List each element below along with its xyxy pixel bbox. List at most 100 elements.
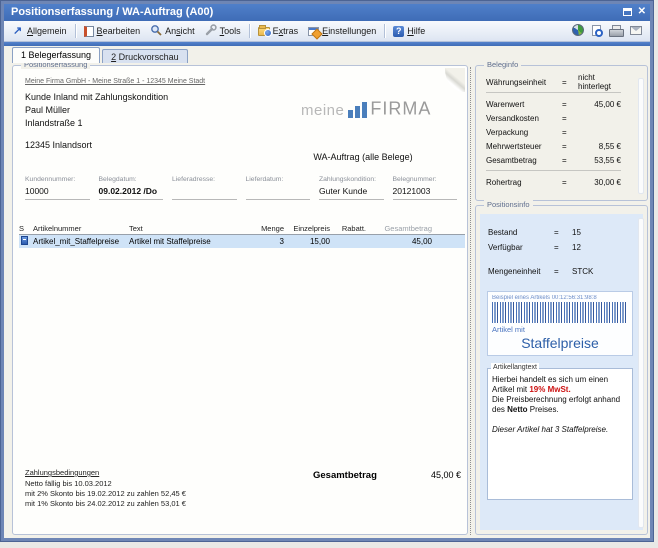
positionsinfo-panel: Bestand = 15 Verfügbar = 12 Mengeneinhei… [480, 214, 643, 530]
total-value: 45,00 € [373, 470, 461, 480]
window-title: Positionserfassung / WA-Auftrag (A00) [11, 6, 213, 18]
positionsinfo-group: Positionsinfo Bestand = 15 Verfügbar = 1… [475, 205, 648, 535]
menu-tools-label: Tools [220, 26, 241, 36]
toolbar: Allgemein Bearbeiten Ansicht Tools Extra… [4, 21, 650, 42]
recipient-address: Kunde Inland mit Zahlungskondition Paul … [25, 91, 168, 152]
article-document-icon [21, 236, 28, 245]
menu-hilfe[interactable]: Hilfe [388, 24, 430, 39]
equals-sign: = [562, 100, 578, 109]
menu-tools[interactable]: Tools [200, 22, 246, 40]
field-kundennummer[interactable]: Kundennummer: 10000 [25, 176, 90, 200]
menu-einstellungen-label: Einstellungen [322, 26, 376, 36]
total-label: Gesamtbetrag [313, 470, 377, 481]
positions-table-header: S Artikelnummer Text Menge Einzelpreis R… [19, 222, 465, 235]
table-row[interactable]: Artikel_mit_Staffelpreise Artikel mit St… [19, 235, 465, 248]
payment-line: Netto fällig bis 10.03.2012 [25, 479, 186, 489]
logo-word-meine: meine [301, 102, 344, 119]
equals-sign: = [554, 243, 572, 252]
divider [486, 170, 621, 171]
beleginfo-row-waehrungseinheit: Währungseinheit = nicht hinterlegt [486, 76, 621, 88]
restore-icon[interactable] [623, 8, 632, 16]
logo-word-firma: FIRMA [370, 97, 431, 119]
folder-icon [258, 27, 270, 36]
equals-sign: = [562, 128, 578, 137]
recipient-line: Kunde Inland mit Zahlungskondition [25, 91, 168, 104]
page-curl-decoration [445, 68, 465, 92]
logo-bars-icon [348, 102, 367, 118]
scrollbar[interactable] [638, 218, 644, 528]
wrench-icon [205, 24, 217, 38]
menu-allgemein-label: Allgemein [27, 26, 67, 36]
article-image: Beispiel eines Artikels 00:12:56:31:98:8… [487, 291, 633, 356]
divider [486, 92, 621, 93]
beleginfo-row-gesamtbetrag: Gesamtbetrag = 53,55 € [486, 154, 621, 166]
envelope-icon[interactable] [630, 26, 642, 35]
positions-table: S Artikelnummer Text Menge Einzelpreis R… [19, 222, 465, 248]
toolbar-separator [249, 24, 250, 38]
clock-document-icon[interactable] [592, 25, 601, 36]
beleginfo-row-verpackung: Verpackung = [486, 126, 621, 138]
menu-ansicht-label: Ansicht [165, 26, 195, 36]
article-image-line2: Staffelpreise [492, 335, 628, 351]
company-logo: meine FIRMA [301, 98, 431, 119]
menu-ansicht[interactable]: Ansicht [145, 22, 200, 40]
netto-highlight: Netto [507, 405, 527, 414]
menu-hilfe-label: Hilfe [407, 26, 425, 36]
positionsinfo-row-bestand: Bestand = 15 [488, 226, 635, 238]
payment-terms-heading: Zahlungsbedingungen [25, 468, 186, 478]
positionserfassung-group: Positionserfassung Meine Firma GmbH - Me… [12, 65, 468, 535]
close-icon[interactable]: ✕ [638, 6, 646, 18]
menu-einstellungen[interactable]: Einstellungen [303, 24, 381, 38]
field-zahlungskondition[interactable]: Zahlungskondition: Guter Kunde [319, 176, 384, 200]
article-image-line1: Artikel mit [492, 325, 628, 334]
field-belegdatum[interactable]: Belegdatum: 09.02.2012 /Do [99, 176, 164, 200]
recipient-line: Paul Müller [25, 104, 168, 117]
content-area: Positionserfassung Meine Firma GmbH - Me… [4, 63, 650, 542]
payment-line: mit 2% Skonto bis 19.02.2012 zu zahlen 5… [25, 489, 186, 499]
document-type: WA-Auftrag (alle Belege) [263, 152, 463, 162]
mwst-highlight: 19% MwSt. [529, 385, 570, 394]
barcode-icon [492, 302, 628, 323]
equals-sign: = [562, 156, 578, 165]
equals-sign: = [562, 114, 578, 123]
beleginfo-row-warenwert: Warenwert = 45,00 € [486, 98, 621, 110]
payment-line: mit 1% Skonto bis 24.02.2012 zu zahlen 5… [25, 499, 186, 509]
recipient-line: Inlandstraße 1 [25, 117, 168, 130]
beleginfo-row-mehrwertsteuer: Mehrwertsteuer = 8,55 € [486, 140, 621, 152]
positionsinfo-row-mengeneinheit: Mengeneinheit = STCK [488, 265, 635, 277]
menu-bearbeiten[interactable]: Bearbeiten [79, 24, 146, 39]
tab-belegerfassung[interactable]: 1 Belegerfassung [12, 47, 100, 63]
pie-chart-icon[interactable] [572, 24, 584, 36]
tab-druckvorschau[interactable]: 2 Druckvorschau [102, 49, 188, 63]
panel-separator [470, 67, 471, 535]
printer-icon[interactable] [609, 25, 622, 36]
equals-sign: = [562, 78, 578, 87]
beleginfo-row-rohertrag: Rohertrag = 30,00 € [486, 176, 621, 188]
equals-sign: = [562, 178, 578, 187]
title-bar: Positionserfassung / WA-Auftrag (A00) ✕ [4, 4, 650, 21]
positionsinfo-row-verfuegbar: Verfügbar = 12 [488, 241, 635, 253]
app-window: Positionserfassung / WA-Auftrag (A00) ✕ … [1, 1, 653, 541]
beleginfo-group: Beleginfo Währungseinheit = nicht hinter… [475, 65, 648, 201]
artikellangtext-paragraph: Die Preisberechnung erfolgt anhand des N… [492, 395, 628, 415]
field-lieferadresse[interactable]: Lieferadresse: [172, 176, 237, 200]
field-belegnummer[interactable]: Belegnummer: 20121003 [393, 176, 458, 200]
scrollbar[interactable] [638, 78, 644, 194]
menu-extras-label: Extras [273, 26, 299, 36]
artikellangtext-note: Dieser Artikel hat 3 Staffelpreise. [492, 425, 628, 435]
arrow-up-right-icon [13, 26, 24, 37]
menu-allgemein[interactable]: Allgemein [8, 24, 72, 39]
menu-bearbeiten-label: Bearbeiten [97, 26, 141, 36]
artikellangtext-label: Artikellangtext [491, 363, 539, 373]
help-icon [393, 26, 404, 37]
equals-sign: = [554, 267, 572, 276]
beleginfo-group-label: Beleginfo [484, 60, 521, 69]
equals-sign: = [562, 142, 578, 151]
notebook-icon [84, 26, 94, 37]
magnifier-icon [150, 24, 162, 38]
tab-strip: 1 Belegerfassung 2 Druckvorschau [4, 46, 650, 63]
menu-extras[interactable]: Extras [253, 24, 304, 38]
payment-terms: Zahlungsbedingungen Netto fällig bis 10.… [25, 468, 186, 509]
field-lieferdatum[interactable]: Lieferdatum: [246, 176, 311, 200]
toolbar-separator [75, 24, 76, 38]
